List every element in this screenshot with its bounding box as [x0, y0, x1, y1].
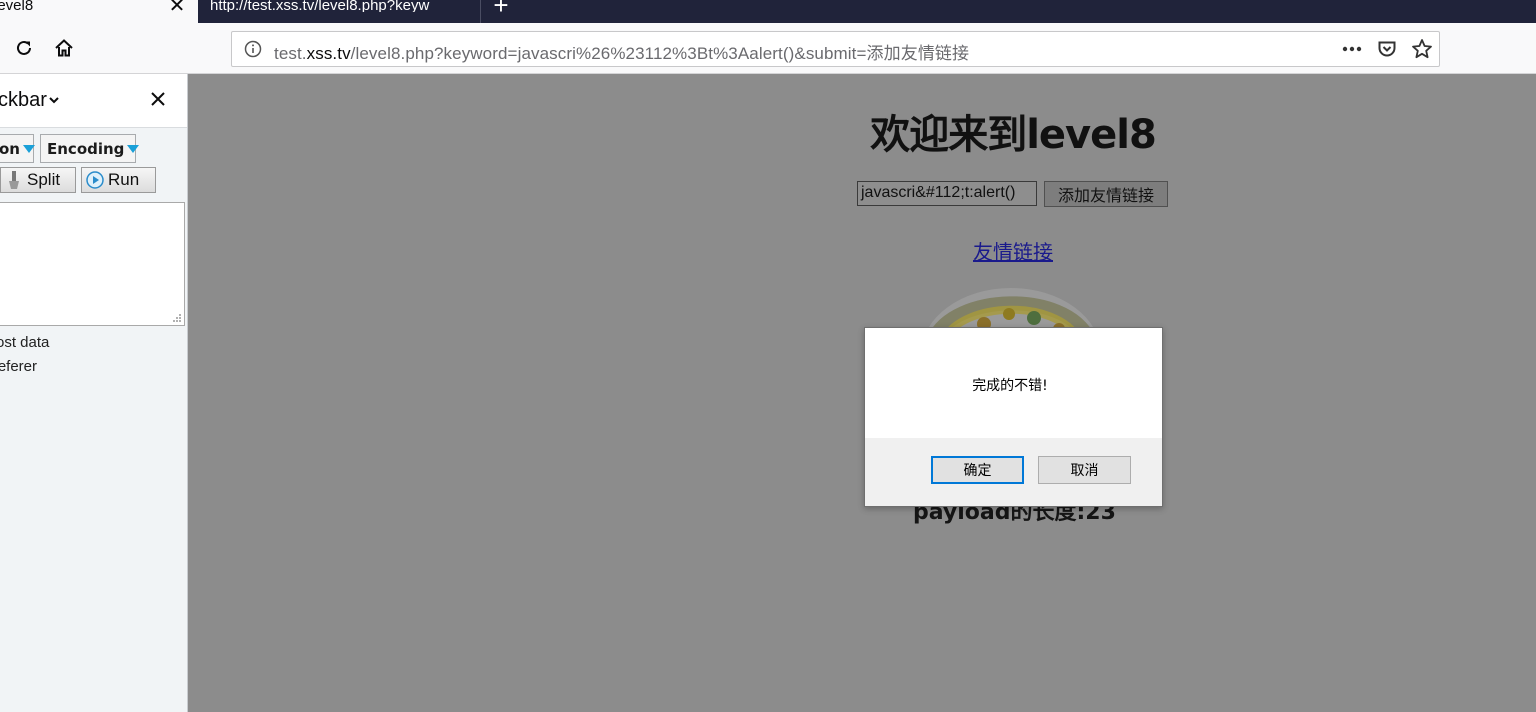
url-prefix: test. — [274, 44, 307, 63]
tab-title: http://test.xss.tv/level8.php?keyw — [210, 0, 430, 12]
add-link-button[interactable]: 添加友情链接 — [1044, 181, 1168, 207]
tab-level8[interactable]: level8 ✕ — [0, 0, 198, 23]
url-text[interactable]: test.xss.tv/level8.php?keyword=javascri%… — [274, 39, 969, 64]
sidebar-header: ckbar — [0, 74, 187, 128]
new-tab-button[interactable]: + — [489, 0, 513, 18]
url-textarea[interactable] — [0, 202, 185, 326]
alert-dialog: 完成的不错! 确定 取消 — [864, 327, 1163, 507]
sidebar-title[interactable]: ckbar — [0, 89, 47, 112]
run-label: Run — [108, 170, 140, 189]
run-button[interactable]: Run — [81, 167, 156, 193]
home-button[interactable] — [51, 35, 77, 61]
reload-button[interactable] — [11, 35, 37, 61]
play-icon — [86, 171, 104, 189]
bookmark-star-icon[interactable] — [1404, 32, 1439, 66]
operation-dropdown[interactable]: on — [0, 134, 35, 163]
dialog-message: 完成的不错! — [972, 378, 1048, 394]
referer-option[interactable]: Referer — [0, 358, 37, 375]
hackbar-sidebar: ckbar on Encoding Split Run Post data Re… — [0, 74, 188, 712]
keyword-input[interactable]: javascri&#112;t:alert() — [857, 181, 1037, 206]
split-icon — [9, 171, 19, 189]
url-actions — [1334, 32, 1439, 66]
split-label: Split — [27, 170, 61, 189]
dropdown-label: on — [0, 139, 20, 158]
friend-link[interactable]: 友情链接 — [973, 236, 1053, 265]
encoding-dropdown[interactable]: Encoding — [40, 134, 140, 163]
dropdown-arrow-icon — [127, 144, 140, 153]
ok-button[interactable]: 确定 — [931, 456, 1024, 484]
dropdown-arrow-icon — [22, 144, 35, 153]
url-bar[interactable]: test.xss.tv/level8.php?keyword=javascri%… — [231, 31, 1440, 67]
url-path: /level8.php?keyword=javascri%26%23112%3B… — [350, 44, 970, 63]
split-button[interactable]: Split — [0, 167, 76, 193]
resize-grip-icon[interactable] — [172, 313, 182, 323]
post-data-option[interactable]: Post data — [0, 334, 49, 351]
pocket-icon[interactable] — [1369, 32, 1404, 66]
page-actions-icon[interactable] — [1334, 32, 1369, 66]
navigation-bar: test.xss.tv/level8.php?keyword=javascri%… — [0, 23, 1536, 74]
tab-strip: level8 ✕ http://test.xss.tv/level8.php?k… — [0, 0, 1536, 23]
tab-close-icon[interactable]: ✕ — [166, 0, 188, 18]
close-icon[interactable] — [150, 91, 166, 107]
cancel-button[interactable]: 取消 — [1038, 456, 1131, 484]
url-domain: xss.tv — [306, 44, 351, 63]
dropdown-label: Encoding — [47, 139, 125, 158]
chevron-down-icon[interactable] — [48, 95, 60, 105]
reload-icon — [17, 40, 31, 55]
page-title: 欢迎来到level8 — [870, 112, 1157, 158]
info-icon[interactable] — [244, 40, 262, 63]
tab-title: level8 — [0, 0, 34, 14]
home-icon — [55, 39, 73, 57]
tab-url[interactable]: http://test.xss.tv/level8.php?keyw ✕ — [198, 0, 481, 23]
tab-separator — [480, 0, 481, 23]
page-content: 欢迎来到level8 javascri&#112;t:alert() 添加友情链… — [188, 74, 1536, 712]
dialog-body: 完成的不错! — [865, 328, 1162, 438]
